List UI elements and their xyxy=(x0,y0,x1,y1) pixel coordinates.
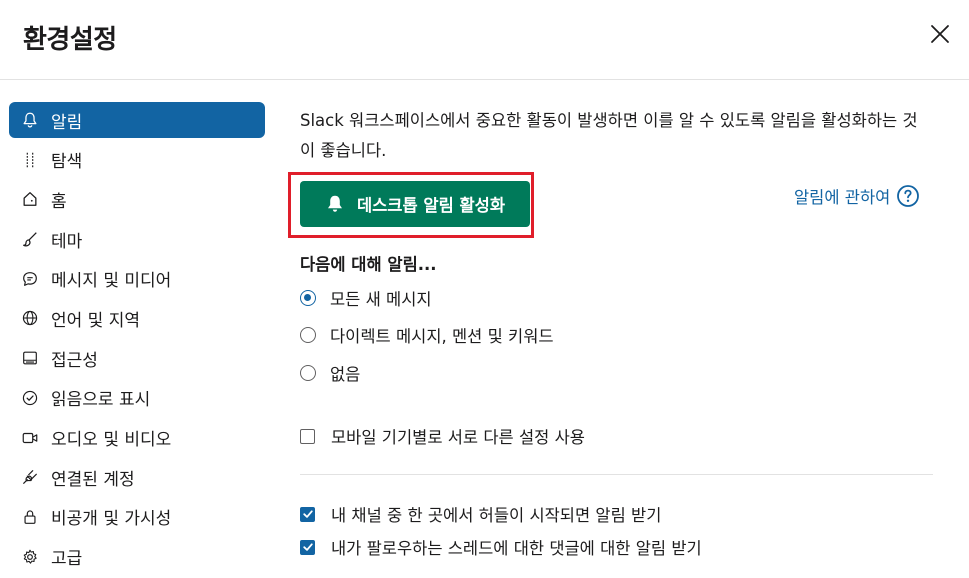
radio-button[interactable] xyxy=(300,327,316,343)
sidebar-item-messages-media[interactable]: 메시지 및 미디어 xyxy=(9,261,265,297)
sidebar-item-label: 고급 xyxy=(51,549,83,570)
enable-desktop-notifications-button[interactable]: 데스크톱 알림 활성화 xyxy=(300,181,530,227)
dialog-header: 환경설정 xyxy=(0,0,969,80)
sidebar-item-home[interactable]: 홈 xyxy=(9,181,265,217)
help-icon xyxy=(897,185,920,207)
globe-icon xyxy=(21,309,39,327)
enable-button-label: 데스크톱 알림 활성화 xyxy=(356,196,506,215)
sidebar-item-privacy-visibility[interactable]: 비공개 및 가시성 xyxy=(9,499,265,535)
checkmark-icon xyxy=(302,543,313,551)
sidebar-item-label: 테마 xyxy=(51,231,83,252)
sidebar-item-label: 홈 xyxy=(51,191,67,212)
dialog-title: 환경설정 xyxy=(23,25,117,55)
notify-section-title: 다음에 대해 알림... xyxy=(300,255,437,274)
about-notifications-link[interactable]: 알림에 관하여 xyxy=(794,184,920,208)
sidebar-item-label: 비공개 및 가시성 xyxy=(51,509,172,530)
checkbox-label: 모바일 기기별로 서로 다른 설정 사용 xyxy=(331,428,585,447)
radio-button[interactable] xyxy=(300,365,316,381)
notification-settings-panel: Slack 워크스페이스에서 중요한 활동이 발생하면 이를 알 수 있도록 알… xyxy=(288,106,935,558)
radio-button[interactable] xyxy=(300,290,316,306)
thread-reply-checkbox[interactable] xyxy=(300,539,315,555)
checkmark-icon xyxy=(302,510,313,518)
sliders-icon xyxy=(21,151,39,169)
about-link-label: 알림에 관하여 xyxy=(794,188,891,207)
checkbox-label: 내 채널 중 한 곳에서 허들이 시작되면 알림 받기 xyxy=(331,506,662,525)
home-icon xyxy=(21,190,39,208)
mobile-settings-checkbox[interactable] xyxy=(300,428,315,444)
sidebar-item-advanced[interactable]: 고급 xyxy=(9,539,265,575)
radio-all-new-messages[interactable]: 모든 새 메시지 xyxy=(300,286,432,310)
bell-icon xyxy=(327,195,342,212)
message-icon xyxy=(21,270,39,288)
close-icon[interactable] xyxy=(928,22,952,46)
sidebar-item-label: 메시지 및 미디어 xyxy=(51,271,172,292)
sidebar-item-theme[interactable]: 테마 xyxy=(9,221,265,257)
sidebar-item-notifications[interactable]: 알림 xyxy=(9,102,265,138)
sidebar-item-mark-as-read[interactable]: 읽음으로 표시 xyxy=(9,380,265,416)
sidebar-item-connected-accounts[interactable]: 연결된 계정 xyxy=(9,459,265,495)
radio-label: 다이렉트 메시지, 멘션 및 키워드 xyxy=(330,327,554,346)
sidebar-item-label: 오디오 및 비디오 xyxy=(51,430,172,450)
divider xyxy=(300,474,933,475)
video-icon xyxy=(21,429,39,447)
sidebar-item-label: 언어 및 지역 xyxy=(51,310,141,331)
bell-icon xyxy=(21,111,39,129)
sidebar-item-label: 연결된 계정 xyxy=(51,469,135,490)
huddle-notification-checkbox-row[interactable]: 내 채널 중 한 곳에서 허들이 시작되면 알림 받기 xyxy=(300,502,661,526)
brush-icon xyxy=(21,230,39,248)
sidebar-item-label: 알림 xyxy=(51,112,83,133)
sidebar-item-language-region[interactable]: 언어 및 지역 xyxy=(9,300,265,336)
sidebar: 알림 탐색 홈 테마 메시지 및 미디어 언어 및 지역 접근성 읽음으로 표시… xyxy=(9,102,265,578)
huddle-notification-checkbox[interactable] xyxy=(300,506,315,522)
radio-dm-mentions-keywords[interactable]: 다이렉트 메시지, 멘션 및 키워드 xyxy=(300,323,554,347)
check-circle-icon xyxy=(21,389,39,407)
thread-reply-checkbox-row[interactable]: 내가 팔로우하는 스레드에 대한 댓글에 대한 알림 받기 xyxy=(300,535,702,559)
mobile-settings-checkbox-row[interactable]: 모바일 기기별로 서로 다른 설정 사용 xyxy=(300,424,585,448)
sidebar-item-label: 접근성 xyxy=(51,350,98,371)
sidebar-item-label: 읽음으로 표시 xyxy=(51,390,151,411)
radio-none[interactable]: 없음 xyxy=(300,361,360,385)
sidebar-item-audio-video[interactable]: 오디오 및 비디오 xyxy=(9,420,265,456)
sidebar-item-accessibility[interactable]: 접근성 xyxy=(9,340,265,376)
keyboard-icon xyxy=(21,349,39,367)
checkbox-label: 내가 팔로우하는 스레드에 대한 댓글에 대한 알림 받기 xyxy=(331,539,702,558)
notification-description: Slack 워크스페이스에서 중요한 활동이 발생하면 이를 알 수 있도록 알… xyxy=(300,111,918,160)
radio-label: 없음 xyxy=(330,365,361,384)
sidebar-item-navigation[interactable]: 탐색 xyxy=(9,142,265,178)
radio-label: 모든 새 메시지 xyxy=(330,290,432,309)
sidebar-item-label: 탐색 xyxy=(51,152,83,173)
gear-icon xyxy=(21,548,39,566)
lock-icon xyxy=(21,508,39,526)
plug-icon xyxy=(21,468,39,486)
